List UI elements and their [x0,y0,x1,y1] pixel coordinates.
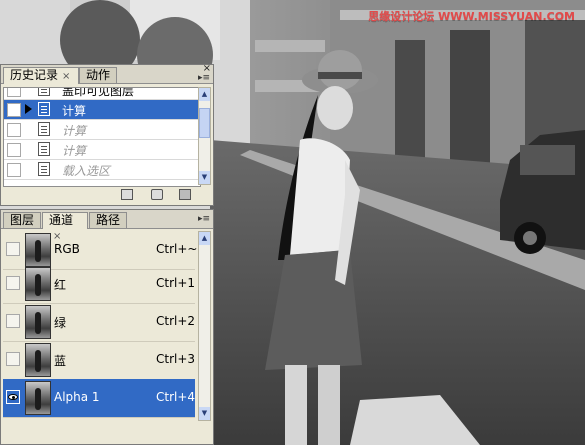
document-icon [38,102,50,116]
camera-icon[interactable] [151,189,163,200]
snapshot-checkbox[interactable] [7,123,21,137]
history-item[interactable]: 计算 [4,140,200,160]
history-item[interactable]: 载入选区 [4,160,200,180]
document-icon [38,142,50,156]
channel-name: 红 [54,278,67,292]
channel-name: RGB [54,242,80,256]
history-item[interactable]: 盖印可见图层 [4,87,200,100]
tab-history-label: 历史记录 [10,68,59,82]
history-tabbar: 历史记录 × 动作 × ▸≡ [1,63,213,84]
tab-actions[interactable]: 动作 [79,67,117,83]
channel-name: 蓝 [54,354,67,368]
new-document-from-state-icon[interactable] [121,189,133,200]
channel-shortcut: Ctrl+4 [156,390,196,404]
channel-thumbnail [25,343,51,377]
channel-row-blue[interactable]: 蓝 Ctrl+3 [3,341,195,380]
panel-menu-icon[interactable]: ▸≡ [197,213,211,225]
scroll-up-icon[interactable]: ▲ [199,232,210,245]
channel-shortcut: Ctrl+~ [156,242,198,256]
channels-panel: 图层 通道× 路径 ▸≡ RGB Ctrl+~ 红 Ctrl+1 绿 Ctrl+… [0,209,214,445]
history-item-label: 载入选区 [62,164,111,178]
tab-paths[interactable]: 路径 [89,212,127,228]
channel-row-red[interactable]: 红 Ctrl+1 [3,265,195,304]
channel-thumbnail [25,305,51,339]
channel-thumbnail [25,267,51,301]
snapshot-checkbox[interactable] [7,103,21,117]
channel-thumbnail [25,381,51,415]
channel-row-green[interactable]: 绿 Ctrl+2 [3,303,195,342]
scroll-down-icon[interactable]: ▼ [199,407,210,420]
history-item-label: 盖印可见图层 [62,87,135,98]
channel-thumbnail [25,233,51,267]
tab-history[interactable]: 历史记录 × [3,67,79,84]
visibility-toggle[interactable] [6,276,20,290]
scroll-down-icon[interactable]: ▼ [199,171,210,184]
history-item-label: 计算 [62,104,87,118]
history-item-label: 计算 [62,124,87,138]
visibility-toggle[interactable] [6,352,20,366]
channels-tabbar: 图层 通道× 路径 ▸≡ [1,210,213,242]
visibility-toggle[interactable] [6,242,20,256]
scroll-thumb[interactable] [199,108,210,138]
channel-shortcut: Ctrl+1 [156,276,196,290]
tab-layers-label: 图层 [10,213,35,227]
visibility-toggle[interactable] [6,390,20,404]
history-item-label: 计算 [62,144,87,158]
tab-close-icon[interactable]: × [62,71,70,82]
snapshot-checkbox[interactable] [7,88,21,97]
tab-actions-label: 动作 [86,68,111,82]
tab-layers[interactable]: 图层 [3,212,41,228]
watermark-text: 思缘设计论坛 WWW.MISSYUAN.COM [368,10,575,23]
channel-name: Alpha 1 [54,390,100,404]
tab-channels[interactable]: 通道× [42,212,88,242]
channel-shortcut: Ctrl+3 [156,352,196,366]
document-icon [38,162,50,176]
channel-shortcut: Ctrl+2 [156,314,196,328]
channel-row-alpha-1[interactable]: Alpha 1 Ctrl+4 [3,379,195,418]
snapshot-checkbox[interactable] [7,143,21,157]
history-footer [1,185,213,205]
panel-menu-icon[interactable]: ▸≡ [197,72,211,84]
history-list: 盖印可见图层 计算 计算 计算 载入选区 [3,87,201,187]
visibility-toggle[interactable] [6,314,20,328]
tab-paths-label: 路径 [96,213,121,227]
trash-icon[interactable] [179,189,191,200]
tab-channels-label: 通道 [49,213,74,227]
history-item[interactable]: 计算 [4,120,200,140]
history-panel: 历史记录 × 动作 × ▸≡ 盖印可见图层 计算 计算 计算 载入选区 ▲ ▼ [0,63,214,206]
eye-icon [8,394,18,400]
history-item-selected[interactable]: 计算 [4,100,200,120]
history-state-arrow-icon [25,104,32,114]
snapshot-checkbox[interactable] [7,163,21,177]
history-scrollbar[interactable]: ▲ ▼ [198,87,211,185]
channel-name: 绿 [54,316,67,330]
scroll-up-icon[interactable]: ▲ [199,88,210,101]
document-icon [38,88,50,96]
document-icon [38,122,50,136]
channels-scrollbar[interactable]: ▲ ▼ [198,231,211,421]
